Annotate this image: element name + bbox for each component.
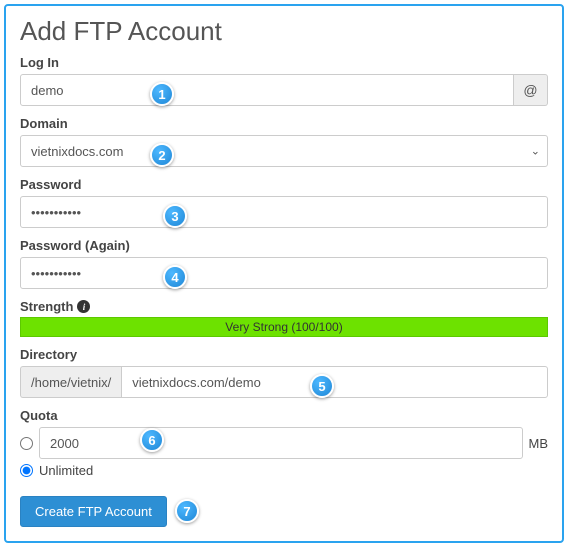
directory-input[interactable] [121, 366, 548, 398]
create-ftp-account-button[interactable]: Create FTP Account [20, 496, 167, 527]
quota-label: Quota [20, 408, 548, 423]
quota-unlimited-radio[interactable] [20, 464, 33, 477]
callout-3: 3 [163, 204, 187, 228]
domain-label: Domain [20, 116, 548, 131]
quota-mb-unit: MB [529, 436, 549, 451]
login-label: Log In [20, 55, 548, 70]
login-at-addon: @ [514, 74, 548, 106]
strength-group: Strength i Very Strong (100/100) [20, 299, 548, 337]
directory-label: Directory [20, 347, 548, 362]
submit-group: Create FTP Account 7 [20, 488, 548, 527]
login-input-row: @ [20, 74, 548, 106]
domain-select-wrap: vietnixdocs.com ⌄ [20, 135, 548, 167]
callout-6: 6 [140, 428, 164, 452]
quota-mb-input[interactable] [39, 427, 523, 459]
quota-unlimited-label: Unlimited [39, 463, 93, 478]
password-again-label: Password (Again) [20, 238, 548, 253]
password-again-group: Password (Again) 4 [20, 238, 548, 289]
add-ftp-account-panel: Add FTP Account Log In @ 1 Domain vietni… [4, 4, 564, 543]
info-icon: i [77, 300, 90, 313]
login-group: Log In @ 1 [20, 55, 548, 106]
login-input[interactable] [20, 74, 514, 106]
quota-mb-row: MB [20, 427, 548, 459]
callout-5: 5 [310, 374, 334, 398]
strength-label-row: Strength i [20, 299, 548, 314]
password-label: Password [20, 177, 548, 192]
password-input[interactable] [20, 196, 548, 228]
password-group: Password 3 [20, 177, 548, 228]
directory-group: Directory /home/vietnix/ 5 [20, 347, 548, 398]
callout-4: 4 [163, 265, 187, 289]
domain-select[interactable]: vietnixdocs.com [20, 135, 548, 167]
quota-unlimited-row: Unlimited [20, 463, 548, 478]
domain-group: Domain vietnixdocs.com ⌄ 2 [20, 116, 548, 167]
callout-1: 1 [150, 82, 174, 106]
password-again-input[interactable] [20, 257, 548, 289]
strength-bar: Very Strong (100/100) [20, 317, 548, 337]
strength-bar-text: Very Strong (100/100) [225, 320, 342, 334]
directory-input-row: /home/vietnix/ [20, 366, 548, 398]
quota-mb-radio[interactable] [20, 437, 33, 450]
page-title: Add FTP Account [20, 16, 548, 47]
callout-2: 2 [150, 143, 174, 167]
directory-prefix: /home/vietnix/ [20, 366, 121, 398]
quota-group: Quota MB Unlimited 6 [20, 408, 548, 478]
strength-label: Strength [20, 299, 73, 314]
